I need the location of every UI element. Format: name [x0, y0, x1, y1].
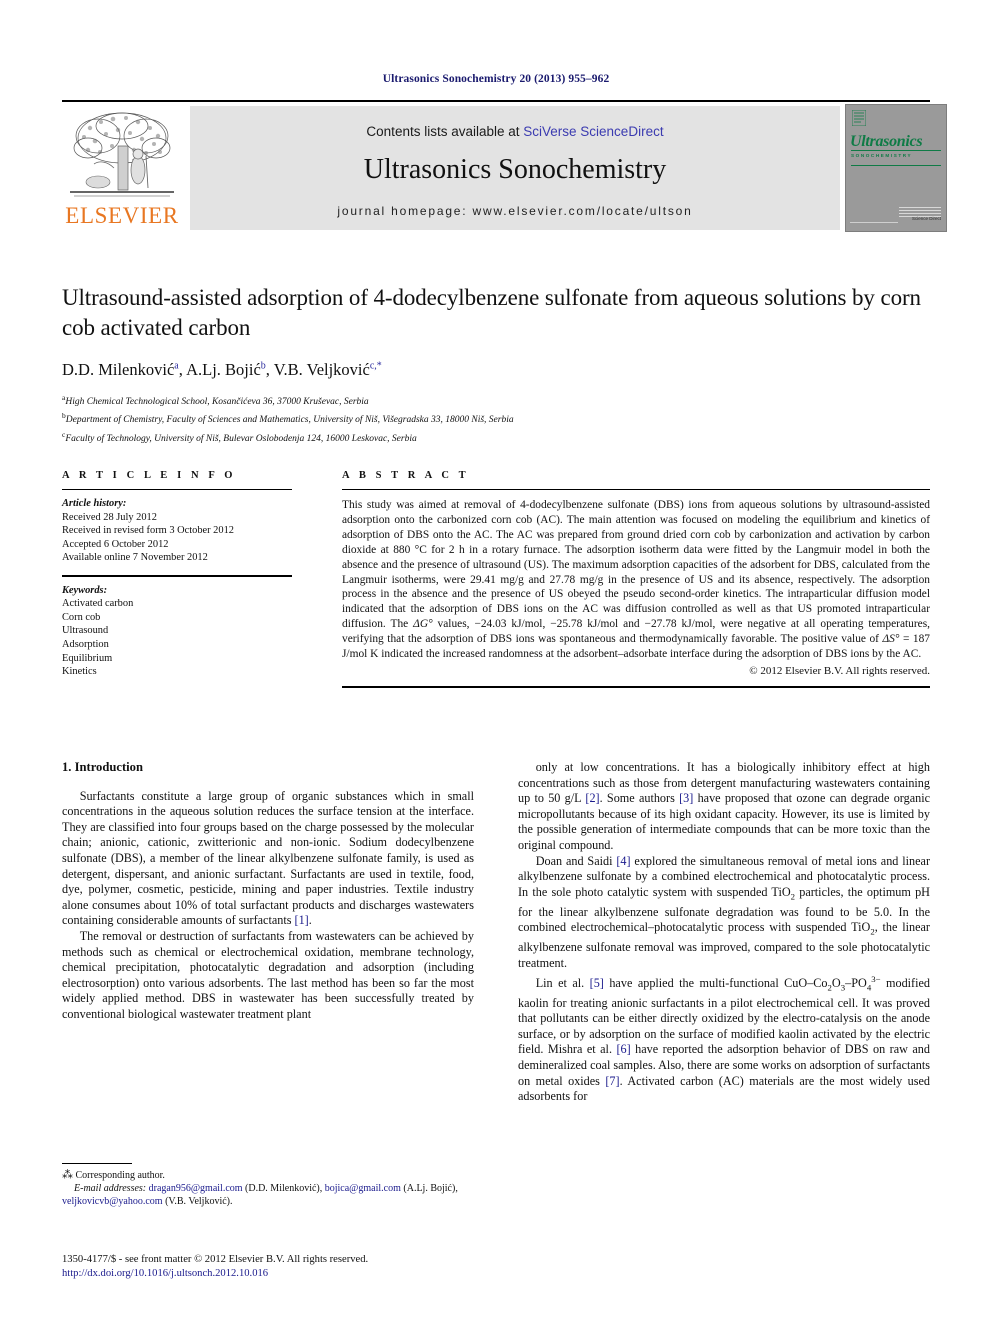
body-column-right: only at low concentrations. It has a bio…	[518, 760, 930, 1105]
keywords-rule	[62, 574, 292, 577]
citation-ref[interactable]: [1]	[295, 913, 309, 927]
citation-ref[interactable]: [2]	[585, 791, 599, 805]
issn-doi-block: 1350-4177/$ - see front matter © 2012 El…	[62, 1253, 562, 1281]
article-info-rule	[62, 489, 292, 490]
keyword-item: Kinetics	[62, 666, 97, 678]
history-item: Received 28 July 2012	[62, 511, 157, 523]
email-link[interactable]: veljkovicvb@yahoo.com	[62, 1196, 163, 1207]
affiliation-text: Faculty of Technology, University of Niš…	[65, 433, 417, 444]
cover-footer-note: Science Direct	[899, 216, 941, 221]
doi-link[interactable]: http://dx.doi.org/10.1016/j.ultsonch.201…	[62, 1267, 562, 1281]
cover-journal-title: Ultrasonics	[850, 133, 923, 150]
cover-journal-subtitle: SONOCHEMISTRY	[851, 153, 913, 158]
abstract-part-1: This study was aimed at removal of 4-dod…	[342, 499, 930, 631]
masthead-banner: Contents lists available at SciVerse Sci…	[190, 106, 840, 230]
affiliation-list: aHigh Chemical Technological School, Kos…	[62, 391, 930, 446]
corresponding-author-label: Corresponding author.	[75, 1170, 165, 1182]
affiliation-text: High Chemical Technological School, Kosa…	[65, 397, 369, 408]
masthead-top-rule	[62, 100, 930, 102]
elsevier-tree-icon	[70, 112, 174, 197]
journal-homepage-link[interactable]: journal homepage: www.elsevier.com/locat…	[190, 204, 840, 218]
article-first-page: Ultrasonics Sonochemistry 20 (2013) 955–…	[0, 0, 992, 1323]
journal-title: Ultrasonics Sonochemistry	[363, 154, 667, 185]
author-affiliation-mark: c,*	[369, 360, 382, 372]
paragraph: Surfactants constitute a large group of …	[62, 788, 474, 928]
citation-ref[interactable]: [3]	[679, 791, 693, 805]
abstract-column: A B S T R A C T This study was aimed at …	[342, 470, 930, 688]
history-item: Accepted 6 October 2012	[62, 538, 169, 550]
cover-rule-bottom	[851, 165, 941, 166]
abstract-delta-s: ΔS°	[882, 633, 900, 646]
history-item: Received in revised form 3 October 2012	[62, 525, 234, 537]
paragraph: only at low concentrations. It has a bio…	[518, 760, 931, 852]
author-name: D.D. Milenković	[62, 360, 175, 379]
article-history-label: Article history:	[62, 498, 127, 509]
citation-ref[interactable]: [6]	[616, 1042, 630, 1056]
email-link[interactable]: dragan956@gmail.com	[149, 1183, 243, 1194]
keyword-item: Ultrasound	[62, 625, 109, 637]
running-head: Ultrasonics Sonochemistry 20 (2013) 955–…	[382, 73, 610, 85]
keyword-item: Adsorption	[62, 638, 109, 650]
elsevier-wordmark: ELSEVIER	[65, 203, 179, 228]
footnote-block: ⁂ Corresponding author. E-mail addresses…	[62, 1163, 474, 1208]
author-list: D.D. Milenkovića, A.Lj. Bojićb, V.B. Vel…	[62, 360, 382, 379]
author-name: A.Lj. Bojić	[186, 360, 261, 379]
affiliation-text: Department of Chemistry, Faculty of Scie…	[65, 415, 514, 426]
contents-prefix: Contents lists available at	[366, 124, 524, 139]
abstract-heading: A B S T R A C T	[342, 470, 470, 481]
page-title: Ultrasound-assisted adsorption of 4-dode…	[62, 285, 921, 340]
abstract-bottom-rule	[342, 685, 930, 688]
email-owner: (V.B. Veljković)	[165, 1196, 230, 1208]
email-owner: (A.Lj. Bojić)	[403, 1183, 456, 1195]
history-item: Available online 7 November 2012	[62, 552, 208, 564]
sciencedirect-link[interactable]: SciVerse ScienceDirect	[523, 124, 663, 139]
article-info-heading: A R T I C L E I N F O	[62, 470, 237, 481]
author-affiliation-mark: a	[174, 360, 179, 372]
journal-masthead: ELSEVIER Contents lists available at Sci…	[62, 100, 947, 232]
keywords-label: Keywords:	[62, 584, 108, 596]
keyword-item: Equilibrium	[62, 652, 113, 664]
author-name: V.B. Veljković	[273, 360, 370, 379]
affiliation-item: aHigh Chemical Technological School, Kos…	[62, 391, 930, 409]
issn-line: 1350-4177/$ - see front matter © 2012 El…	[62, 1254, 369, 1265]
journal-cover-thumbnail: Ultrasonics SONOCHEMISTRY Science Direct	[845, 104, 947, 232]
affiliation-item: bDepartment of Chemistry, Faculty of Sci…	[62, 409, 930, 427]
title-block: Ultrasound-assisted adsorption of 4-dode…	[62, 283, 930, 446]
keywords-block: Keywords: Activated carbon Corn cob Ultr…	[62, 584, 292, 679]
affiliation-item: cFaculty of Technology, University of Ni…	[62, 428, 930, 446]
asterisk-icon: ⁂	[62, 1169, 73, 1182]
email-addresses-note: E-mail addresses: dragan956@gmail.com (D…	[62, 1183, 458, 1208]
email-link[interactable]: bojica@gmail.com	[325, 1183, 401, 1194]
cover-rule-top	[851, 150, 941, 151]
paragraph: Doan and Saidi [4] explored the simultan…	[518, 853, 930, 970]
keyword-item: Activated carbon	[62, 598, 134, 610]
article-info-column: A R T I C L E I N F O Article history: R…	[62, 470, 292, 679]
citation-ref[interactable]: [4]	[616, 854, 630, 868]
footnote-rule	[62, 1163, 132, 1165]
paragraph: The removal or destruction of surfactant…	[62, 928, 474, 1021]
abstract-delta-g: ΔG°	[413, 618, 433, 631]
section-title-introduction: 1. Introduction	[62, 760, 143, 774]
citation-ref[interactable]: [5]	[590, 976, 604, 990]
cover-left-rule	[850, 222, 898, 223]
email-owner: (D.D. Milenković)	[245, 1183, 320, 1195]
contents-available-line: Contents lists available at SciVerse Sci…	[190, 124, 840, 139]
corresponding-author-note: ⁂ Corresponding author.	[62, 1169, 474, 1182]
elsevier-logo: ELSEVIER	[62, 106, 182, 230]
abstract-text: This study was aimed at removal of 4-dod…	[342, 498, 930, 662]
paragraph: Lin et al. [5] have applied the multi-fu…	[518, 973, 931, 1104]
keyword-item: Corn cob	[62, 611, 101, 623]
email-addresses-label: E-mail addresses:	[74, 1183, 147, 1195]
author-affiliation-mark: b	[260, 360, 266, 372]
citation-ref[interactable]: [7]	[605, 1074, 619, 1088]
abstract-copyright: © 2012 Elsevier B.V. All rights reserved…	[749, 664, 930, 677]
abstract-rule	[342, 489, 930, 490]
body-column-left: 1. Introduction Surfactants constitute a…	[62, 760, 474, 1023]
cover-footer-lines: Science Direct	[899, 207, 941, 221]
cover-elsevier-mark-icon	[852, 110, 866, 126]
article-history-block: Article history: Received 28 July 2012 R…	[62, 497, 292, 565]
